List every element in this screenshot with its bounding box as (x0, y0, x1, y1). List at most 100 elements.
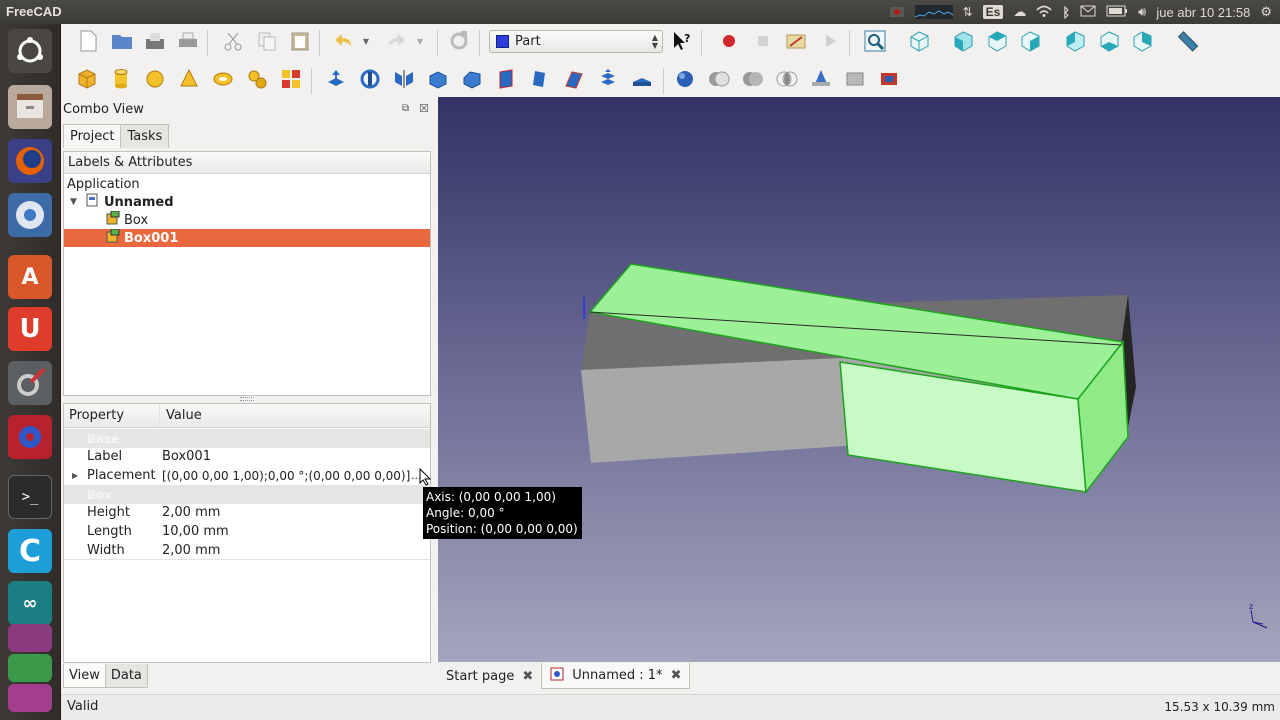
redo-dropdown-icon[interactable]: ▼ (413, 29, 427, 53)
macro-record-icon[interactable] (717, 29, 741, 53)
bottom-view-icon[interactable] (1097, 29, 1121, 53)
prop-width-row[interactable]: Width 2,00 mm (64, 541, 430, 560)
part-loft-icon[interactable] (562, 67, 586, 91)
battery-icon[interactable] (1106, 5, 1128, 20)
part-offset-icon[interactable] (630, 67, 654, 91)
whats-this-icon[interactable]: ? (670, 29, 694, 53)
print-icon[interactable] (176, 29, 200, 53)
undo-icon[interactable] (331, 29, 355, 53)
part-extrude-icon[interactable] (324, 67, 348, 91)
part-revolve-icon[interactable] (358, 67, 382, 91)
rear-view-icon[interactable] (1063, 29, 1087, 53)
files-icon[interactable] (8, 85, 52, 129)
arduino-icon[interactable]: ∞ (8, 581, 52, 625)
workbench-selector[interactable]: Part ▲ ▼ (489, 30, 663, 53)
part-cylinder-icon[interactable] (109, 67, 133, 91)
new-document-icon[interactable] (76, 29, 100, 53)
part-cone-icon[interactable] (177, 67, 201, 91)
tree-item-document[interactable]: ▼ Unnamed (64, 193, 430, 211)
prop-label-row[interactable]: Label Box001 (64, 447, 430, 466)
tree-item-application[interactable]: Application (64, 175, 430, 193)
boolean-fuse-icon[interactable] (741, 67, 765, 91)
undo-dropdown-icon[interactable]: ▼ (359, 29, 373, 53)
part-cross-section-icon[interactable] (843, 67, 867, 91)
expand-arrow-icon[interactable]: ▶ (72, 471, 78, 480)
part-compound-icon[interactable] (877, 67, 901, 91)
sync-icon[interactable]: ⇅ (963, 5, 973, 19)
clock[interactable]: jue abr 10 21:58 (1156, 5, 1250, 20)
cloud-icon[interactable]: ☁ (1013, 4, 1026, 20)
float-panel-icon[interactable]: ⧉ (402, 103, 409, 114)
paste-icon[interactable] (288, 29, 312, 53)
tab-project[interactable]: Project (63, 124, 122, 148)
mail-icon[interactable] (1080, 5, 1096, 20)
part-ruled-surface-icon[interactable] (528, 67, 552, 91)
macro-stop-icon[interactable] (751, 29, 775, 53)
system-settings-icon[interactable] (8, 361, 52, 405)
boolean-icon[interactable] (673, 67, 697, 91)
app-stack-icon[interactable] (8, 624, 52, 652)
macro-edit-icon[interactable] (784, 29, 808, 53)
firefox-icon[interactable] (8, 139, 52, 183)
3d-scene[interactable]: z (438, 97, 1280, 662)
software-center-icon[interactable]: A (8, 255, 52, 299)
part-section-icon[interactable] (809, 67, 833, 91)
fit-all-icon[interactable] (863, 29, 887, 53)
close-tab-icon[interactable]: ✖ (522, 669, 533, 684)
app-stack-3-icon[interactable] (8, 684, 52, 712)
part-torus-icon[interactable] (211, 67, 235, 91)
cut-icon[interactable] (221, 29, 245, 53)
volume-icon[interactable]: 🔊︎ (1138, 4, 1146, 20)
redo-icon[interactable] (385, 29, 409, 53)
part-sweep-icon[interactable] (596, 67, 620, 91)
part-chamfer-icon[interactable] (460, 67, 484, 91)
freecad-icon[interactable] (8, 415, 52, 459)
tab-data[interactable]: Data (104, 664, 148, 688)
macro-play-icon[interactable] (818, 29, 842, 53)
3d-viewport[interactable]: z (438, 97, 1280, 662)
boolean-cut-icon[interactable] (707, 67, 731, 91)
part-primitives-icon[interactable] (279, 67, 303, 91)
record-indicator-icon[interactable] (889, 5, 905, 19)
prop-value[interactable]: [(0,00 0,00 1,00);0,00 °;(0,00 0,00 0,00… (162, 469, 410, 483)
splitter-handle[interactable] (240, 397, 254, 401)
prop-height-row[interactable]: Height 2,00 mm (64, 503, 430, 522)
app-c-icon[interactable]: C (8, 529, 52, 573)
left-view-icon[interactable] (1130, 29, 1154, 53)
prop-value[interactable]: 2,00 mm (162, 505, 220, 520)
save-icon[interactable] (143, 29, 167, 53)
expand-arrow-icon[interactable]: ▼ (70, 197, 86, 207)
ubuntu-dash-icon[interactable] (8, 29, 52, 73)
refresh-icon[interactable] (447, 29, 471, 53)
tab-tasks[interactable]: Tasks (120, 124, 170, 148)
close-tab-icon[interactable]: ✖ (671, 668, 682, 683)
measure-distance-icon[interactable] (1175, 29, 1199, 53)
tab-start-page[interactable]: Start page ✖ (438, 663, 541, 689)
part-make-face-icon[interactable] (494, 67, 518, 91)
part-mirror-icon[interactable] (392, 67, 416, 91)
close-panel-icon[interactable]: ☒ (419, 102, 429, 115)
axonometric-view-icon[interactable] (907, 29, 931, 53)
bluetooth-icon[interactable]: ᛒ (1062, 5, 1070, 20)
chromium-icon[interactable] (8, 193, 52, 237)
power-gear-icon[interactable]: ⚙ (1260, 4, 1272, 20)
top-view-icon[interactable] (985, 29, 1009, 53)
tab-view[interactable]: View (63, 664, 106, 688)
prop-value[interactable]: Box001 (162, 449, 211, 464)
prop-value[interactable]: 2,00 mm (162, 543, 220, 558)
app-stack-2-icon[interactable] (8, 654, 52, 682)
boolean-common-icon[interactable] (775, 67, 799, 91)
part-tube-gears-icon[interactable] (245, 67, 269, 91)
tab-unnamed[interactable]: Unnamed : 1* ✖ (541, 663, 691, 689)
system-monitor-icon[interactable] (914, 5, 953, 19)
keyboard-lang-indicator[interactable]: Es (982, 5, 1004, 19)
copy-icon[interactable] (255, 29, 279, 53)
part-fillet-icon[interactable] (426, 67, 450, 91)
terminal-icon[interactable]: >_ (8, 475, 52, 519)
part-box-icon[interactable] (75, 67, 99, 91)
part-sphere-icon[interactable] (143, 67, 167, 91)
right-view-icon[interactable] (1018, 29, 1042, 53)
prop-length-row[interactable]: Length 10,00 mm (64, 522, 430, 541)
tree-item-box[interactable]: Box (64, 210, 430, 229)
front-view-icon[interactable] (951, 29, 975, 53)
